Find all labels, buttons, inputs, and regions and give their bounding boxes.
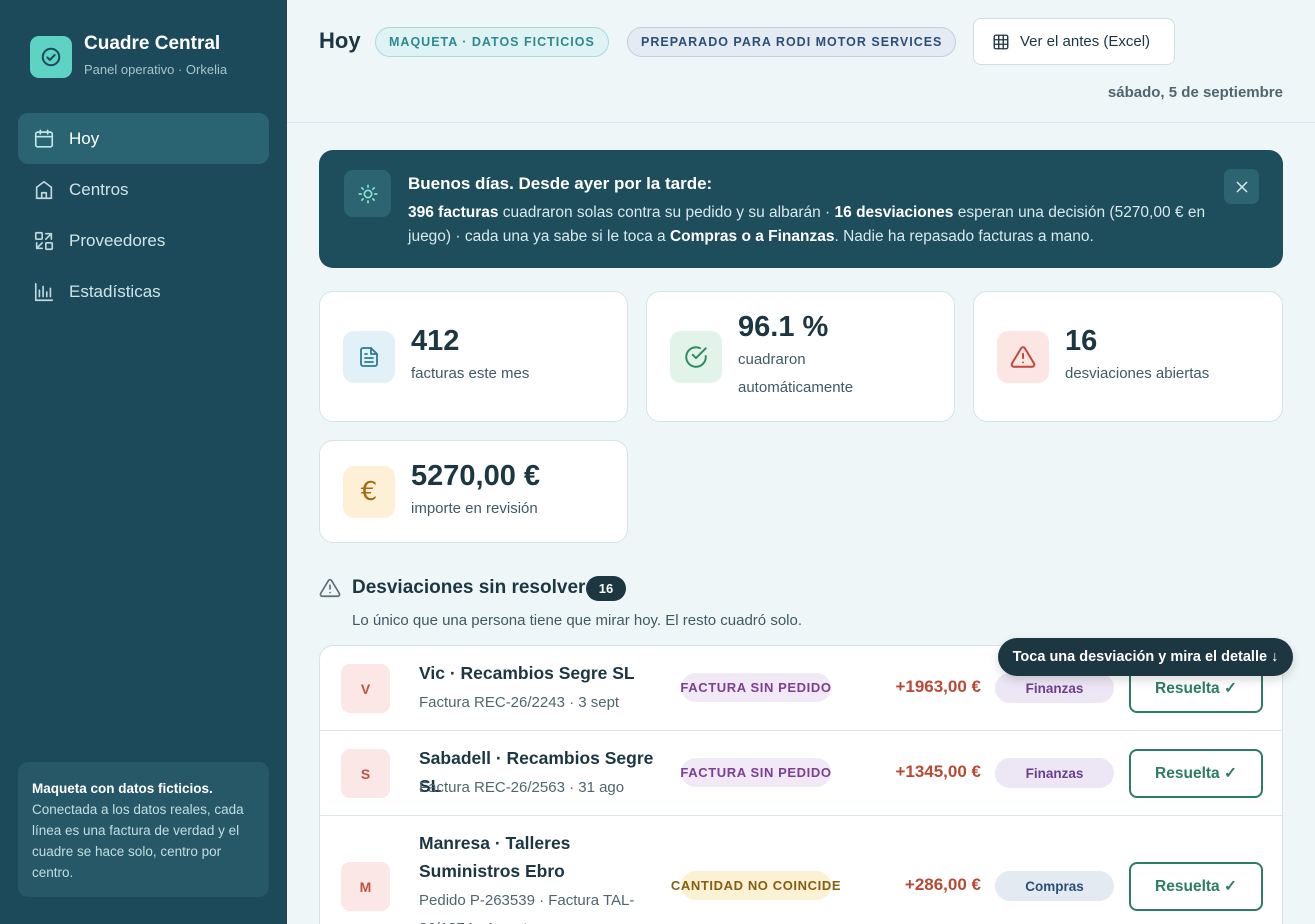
sidebar-item-label: Proveedores [69, 230, 166, 250]
banner-invoices-count: 396 facturas [408, 204, 499, 221]
sidebar-item-label: Hoy [69, 128, 100, 148]
banner-deviations-count: 16 desviaciones [834, 204, 954, 221]
brand: Cuadre Central Panel operativo · Orkelia [30, 33, 228, 78]
sidebar-item-label: Estadísticas [69, 281, 161, 301]
close-icon [1236, 181, 1247, 192]
center-avatar: M [341, 862, 390, 911]
check-circle-icon [670, 331, 722, 383]
department-badge: Finanzas [995, 673, 1114, 703]
deviation-row[interactable]: S Sabadell · Recambios Segre SL Factura … [320, 731, 1282, 816]
deviation-row[interactable]: M Manresa · Talleres Suministros Ebro Pe… [320, 816, 1282, 924]
page-header: Hoy MAQUETA · DATOS FICTICIOS PREPARADO … [287, 0, 1315, 123]
mockup-badge: MAQUETA · DATOS FICTICIOS [375, 27, 609, 57]
view-excel-button[interactable]: Ver el antes (Excel) [973, 18, 1175, 65]
onboarding-tooltip: Toca una desviación y mira el detalle ↓ [998, 638, 1293, 676]
stat-card-invoices: 412 facturas este mes [319, 291, 628, 422]
check-circle-logo-icon [30, 36, 72, 78]
prepared-for-badge: PREPARADO PARA RODI MOTOR SERVICES [627, 27, 957, 57]
deviation-amount: +1345,00 € [895, 762, 981, 781]
deviation-amount: +286,00 € [904, 875, 981, 894]
mockup-note-title: Maqueta con datos ficticios. [32, 781, 213, 796]
banner-text: 396 facturas cuadraron solas contra su p… [408, 201, 1208, 249]
page-title: Hoy [319, 28, 361, 53]
morning-summary-banner: Buenos días. Desde ayer por la tarde: 39… [319, 150, 1283, 268]
deviations-list: V Vic · Recambios Segre SL Factura REC-2… [319, 645, 1283, 924]
banner-title: Buenos días. Desde ayer por la tarde: [408, 174, 713, 193]
deviations-count-badge: 16 [586, 576, 626, 601]
sidebar-nav: Hoy Centros Proveedores Estadísticas [18, 113, 269, 317]
stat-amount-label: importe en revisión [411, 500, 538, 517]
deviation-title: Vic · Recambios Segre SL [419, 663, 635, 683]
stat-invoices-label: facturas este mes [411, 365, 530, 382]
sidebar-item-label: Centros [69, 179, 129, 199]
deviation-type-tag: FACTURA SIN PEDIDO [680, 673, 831, 702]
deviation-subtitle: Factura REC-26/2243 · 3 sept [419, 694, 620, 711]
sidebar-item-centros[interactable]: Centros [18, 164, 269, 215]
current-date: sábado, 5 de septiembre [1107, 84, 1283, 101]
view-excel-label: Ver el antes (Excel) [1020, 33, 1151, 50]
building-icon [35, 180, 53, 199]
resolve-button[interactable]: Resuelta ✓ [1129, 862, 1263, 911]
stat-card-auto-matched: 96.1 % cuadraron automáticamente [646, 291, 955, 422]
deviation-type-tag: CANTIDAD NO COINCIDE [671, 871, 840, 900]
department-badge: Compras [995, 871, 1114, 901]
deviation-subtitle: Factura REC-26/2563 · 31 ago [419, 779, 625, 796]
suppliers-icon [34, 231, 54, 250]
sidebar-item-estadisticas[interactable]: Estadísticas [18, 266, 269, 317]
deviation-subtitle: Pedido P-263539 · Factura TAL-26/1374 · … [419, 892, 635, 924]
sun-icon [344, 170, 391, 217]
section-title: Desviaciones sin resolver [352, 577, 586, 598]
sidebar-item-proveedores[interactable]: Proveedores [18, 215, 269, 266]
euro-icon: € [343, 466, 395, 518]
stat-card-amount: € 5270,00 € importe en revisión [319, 440, 628, 543]
center-avatar: S [341, 749, 390, 798]
deviation-title: Manresa · Talleres Suministros Ebro [419, 833, 571, 881]
department-badge: Finanzas [995, 758, 1114, 788]
stat-auto-value: 96.1 % [738, 311, 829, 343]
section-subtitle: Lo único que una persona tiene que mirar… [352, 612, 802, 629]
stat-deviations-value: 16 [1065, 325, 1098, 357]
brand-title: Cuadre Central [84, 33, 221, 54]
banner-departments: Compras o a Finanzas [669, 228, 835, 245]
sidebar-item-hoy[interactable]: Hoy [18, 113, 269, 164]
stat-card-deviations: 16 desviaciones abiertas [973, 291, 1283, 422]
document-icon [343, 331, 395, 383]
deviation-amount: +1963,00 € [895, 677, 981, 696]
warning-triangle-icon [997, 331, 1049, 383]
close-banner-button[interactable] [1224, 169, 1259, 204]
mockup-note: Maqueta con datos ficticios. Conectada a… [18, 762, 269, 897]
banner-text-part: . Nadie ha repasado facturas a mano. [834, 228, 1094, 245]
bar-chart-icon [34, 282, 54, 301]
banner-text-part: cuadraron solas contra su pedido y su al… [498, 204, 835, 221]
mockup-note-text: Conectada a los datos reales, cada línea… [32, 802, 244, 880]
warning-triangle-icon [319, 578, 341, 598]
stat-amount-value: 5270,00 € [411, 460, 541, 492]
table-grid-icon [993, 34, 1009, 49]
stat-invoices-value: 412 [411, 325, 460, 357]
resolve-button[interactable]: Resuelta ✓ [1129, 749, 1263, 798]
deviation-type-tag: FACTURA SIN PEDIDO [680, 758, 831, 787]
calendar-icon [34, 128, 54, 148]
stat-auto-label: cuadraron automáticamente [738, 351, 854, 396]
brand-subtitle: Panel operativo · Orkelia [84, 62, 228, 77]
center-avatar: V [341, 664, 390, 713]
sidebar: Cuadre Central Panel operativo · Orkelia… [0, 0, 287, 924]
stat-deviations-label: desviaciones abiertas [1065, 365, 1210, 382]
